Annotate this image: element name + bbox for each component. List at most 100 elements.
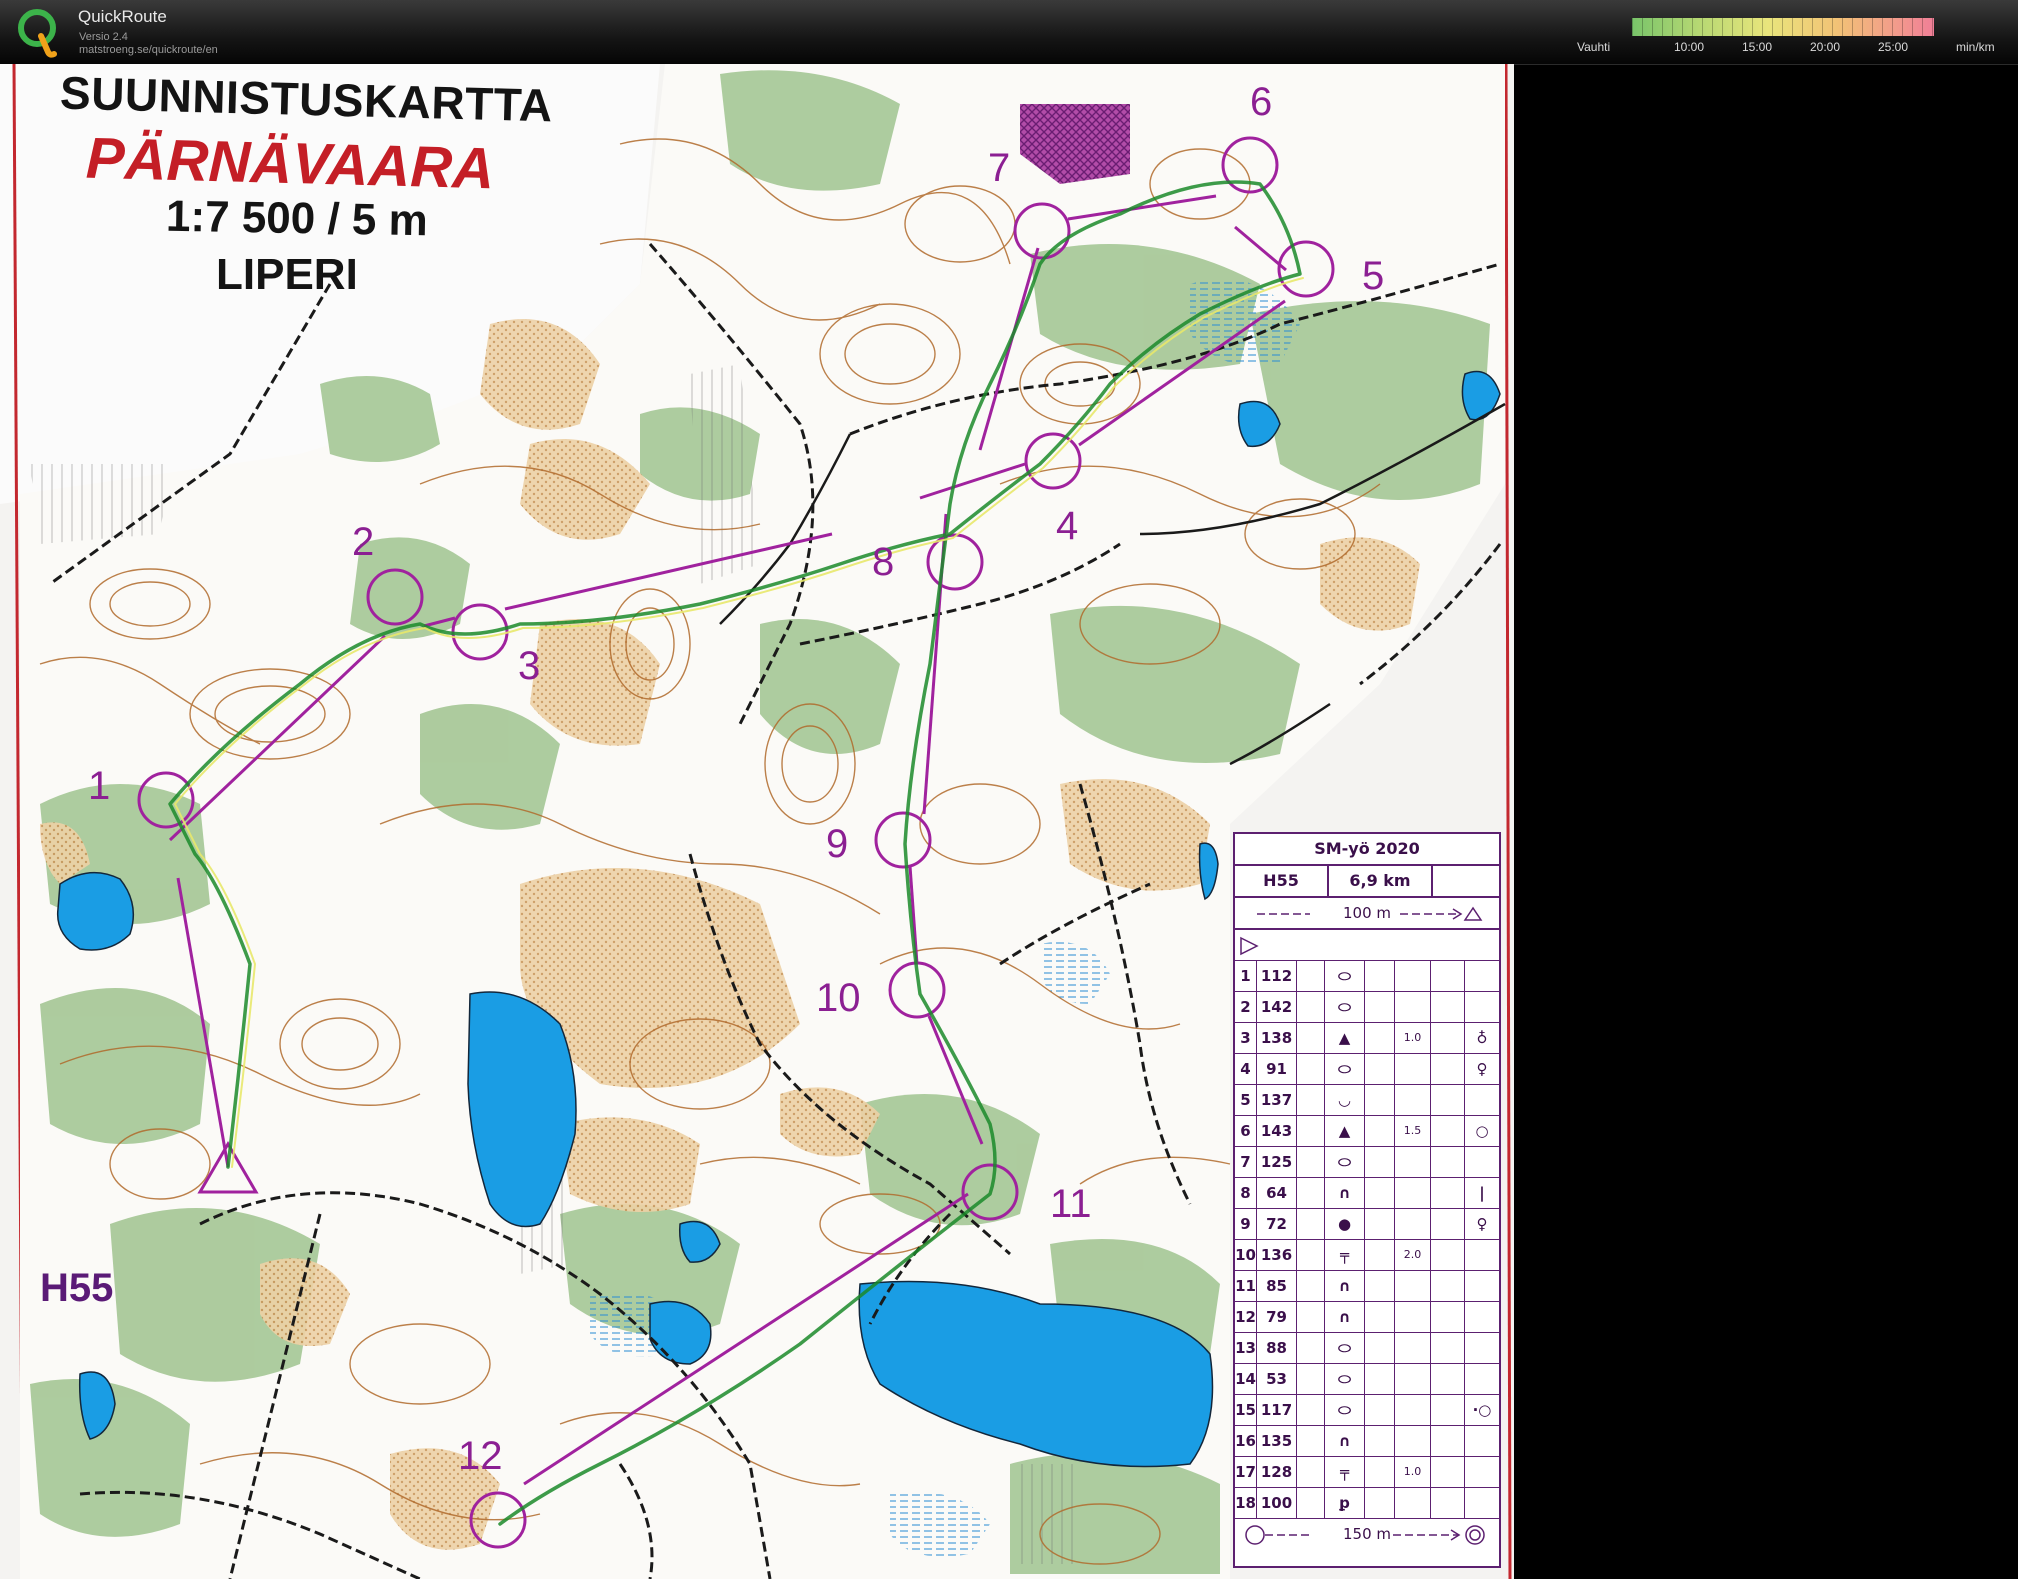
description-column-c <box>1297 1271 1325 1301</box>
description-column-h <box>1431 1302 1465 1332</box>
description-code: 136 <box>1257 1240 1297 1270</box>
description-number: 6 <box>1235 1116 1257 1146</box>
description-code: 137 <box>1257 1085 1297 1115</box>
description-dimension <box>1395 1395 1431 1425</box>
description-column-f <box>1365 1178 1395 1208</box>
description-feature-symbol: ⬭ <box>1325 1364 1365 1394</box>
description-dimension <box>1395 1209 1431 1239</box>
description-column-f <box>1365 992 1395 1022</box>
description-column-h <box>1431 992 1465 1022</box>
description-column-h <box>1431 1457 1465 1487</box>
description-code: 143 <box>1257 1116 1297 1146</box>
finish-distance-row: 150 m <box>1235 1519 1499 1549</box>
description-number: 13 <box>1235 1333 1257 1363</box>
description-code: 53 <box>1257 1364 1297 1394</box>
map-place: LIPERI <box>216 250 358 299</box>
description-dimension <box>1395 1178 1431 1208</box>
description-location-symbol: ♀ <box>1476 1215 1488 1233</box>
description-column-c <box>1297 1302 1325 1332</box>
orienteering-map-view[interactable]: SUUNNISTUSKARTTA PÄRNÄVAARA 1:7 500 / 5 … <box>0 64 1514 1579</box>
description-column-h <box>1431 1085 1465 1115</box>
description-column-f <box>1365 1364 1395 1394</box>
app-name: QuickRoute <box>78 7 167 26</box>
description-column-f <box>1365 1302 1395 1332</box>
map-name: PÄRNÄVAARA <box>85 125 495 202</box>
description-header: H55 6,9 km <box>1235 866 1499 898</box>
description-dimension <box>1395 1302 1431 1332</box>
description-column-h <box>1431 1116 1465 1146</box>
description-feature-symbol: ╤ <box>1325 1240 1365 1270</box>
control-number: 11 <box>1050 1182 1092 1226</box>
pace-unit: min/km <box>1956 40 1995 54</box>
description-location-symbol <box>1465 1333 1499 1363</box>
description-code: 72 <box>1257 1209 1297 1239</box>
description-column-c <box>1297 1240 1325 1270</box>
description-row: 16 135 ∩ <box>1235 1426 1499 1457</box>
start-triangle-icon <box>1240 936 1259 956</box>
description-code: 128 <box>1257 1457 1297 1487</box>
description-column-c <box>1297 1209 1325 1239</box>
description-column-h <box>1431 1271 1465 1301</box>
description-row: 3 138 ▲ 1.0 ♁ <box>1235 1023 1499 1054</box>
control-number: 7 <box>988 146 1011 190</box>
description-number: 17 <box>1235 1457 1257 1487</box>
pace-tick-label: 20:00 <box>1809 40 1841 54</box>
description-code: 91 <box>1257 1054 1297 1084</box>
description-column-h <box>1431 1054 1465 1084</box>
description-number: 14 <box>1235 1364 1257 1394</box>
description-row: 18 100 ꝑ <box>1235 1488 1499 1519</box>
description-column-c <box>1297 1116 1325 1146</box>
description-feature-symbol: ▲ <box>1325 1023 1365 1053</box>
description-column-f <box>1365 1271 1395 1301</box>
description-column-c <box>1297 1333 1325 1363</box>
description-location-symbol <box>1465 961 1499 991</box>
description-feature-symbol: ꝑ <box>1325 1488 1365 1518</box>
description-dimension <box>1395 1271 1431 1301</box>
description-feature-symbol: ⬭ <box>1325 1395 1365 1425</box>
description-number: 10 <box>1235 1240 1257 1270</box>
description-number: 11 <box>1235 1271 1257 1301</box>
description-row: 11 85 ∩ <box>1235 1271 1499 1302</box>
control-number: 10 <box>816 976 861 1020</box>
description-column-f <box>1365 1426 1395 1456</box>
description-location-symbol <box>1465 1364 1499 1394</box>
description-code: 117 <box>1257 1395 1297 1425</box>
description-feature-symbol: ⬭ <box>1325 1333 1365 1363</box>
description-code: 135 <box>1257 1426 1297 1456</box>
course-length: 6,9 km <box>1329 866 1433 896</box>
control-number: 12 <box>458 1434 503 1478</box>
description-row: 4 91 ⬭ ♀ <box>1235 1054 1499 1085</box>
description-column-f <box>1365 1023 1395 1053</box>
description-column-c <box>1297 1023 1325 1053</box>
description-column-c <box>1297 1178 1325 1208</box>
description-column-c <box>1297 1395 1325 1425</box>
description-column-f <box>1365 1333 1395 1363</box>
description-row: 8 64 ∩ | <box>1235 1178 1499 1209</box>
description-feature-symbol: ⬭ <box>1325 1054 1365 1084</box>
description-feature-symbol: ∩ <box>1325 1426 1365 1456</box>
description-column-c <box>1297 1457 1325 1487</box>
description-column-h <box>1431 1023 1465 1053</box>
description-class: H55 <box>1235 866 1329 896</box>
map-scale: 1:7 500 / 5 m <box>165 191 429 246</box>
description-column-f <box>1365 1240 1395 1270</box>
description-location-symbol <box>1465 1085 1499 1115</box>
description-location-symbol <box>1465 1271 1499 1301</box>
description-row: 5 137 ◡ <box>1235 1085 1499 1116</box>
description-feature-symbol: ⬭ <box>1325 992 1365 1022</box>
description-feature-symbol: ◡ <box>1325 1085 1365 1115</box>
description-dimension <box>1395 1488 1431 1518</box>
control-number: 6 <box>1250 80 1273 124</box>
app-header: QuickRoute Versio 2.4 matstroeng.se/quic… <box>0 0 2018 65</box>
control-number: 2 <box>352 520 375 564</box>
description-row: 2 142 ⬭ <box>1235 992 1499 1023</box>
description-number: 3 <box>1235 1023 1257 1053</box>
app-url-link[interactable]: matstroeng.se/quickroute/en <box>79 44 218 56</box>
description-location-symbol <box>1465 1488 1499 1518</box>
description-location-symbol <box>1465 1240 1499 1270</box>
description-column-f <box>1365 1457 1395 1487</box>
description-column-h <box>1431 1395 1465 1425</box>
description-column-h <box>1431 1364 1465 1394</box>
description-location-symbol: ·○ <box>1472 1401 1492 1419</box>
description-column-h <box>1431 1209 1465 1239</box>
